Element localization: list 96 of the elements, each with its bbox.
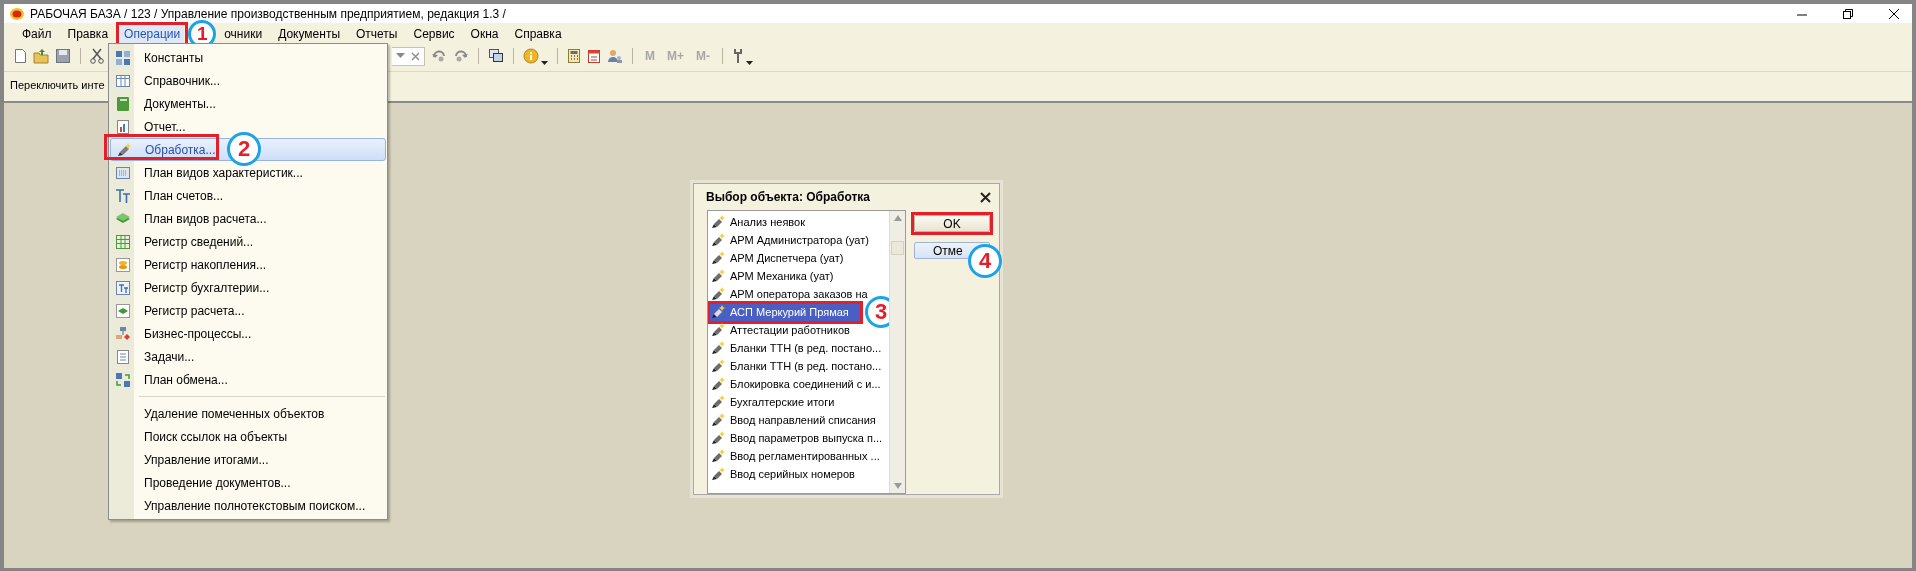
list-item[interactable]: Анализ неявок [710,213,834,231]
scissors-icon[interactable] [90,48,104,64]
dialog-button[interactable]: OK [914,215,990,232]
pencil-star-icon [710,250,726,266]
caret-icon[interactable] [541,61,548,65]
close-icon[interactable] [980,191,991,203]
menu-item[interactable]: Регистр сведений... [110,230,386,253]
menu-item[interactable]: Операции [120,24,185,44]
pencil-star-icon [710,412,726,428]
triangle-up-icon [893,215,902,221]
list-item[interactable]: АРМ Механика (уат) [710,267,838,285]
menu-item[interactable]: Управление полнотекстовым поиском... [110,494,386,517]
toolbar-button[interactable]: Переключить инте [10,79,105,91]
menu-item[interactable]: Бизнес-процессы... [110,322,386,345]
menu-item[interactable]: Константы [110,46,386,69]
combo-field[interactable] [392,46,425,66]
step-number: 4 [968,244,1002,278]
wrench-icon[interactable] [732,48,744,64]
menu-item[interactable]: Управление итогами... [110,448,386,471]
calendar-icon[interactable] [587,48,601,64]
list-item[interactable]: Ввод направлений списания [710,411,880,429]
pencil-star-icon [710,376,726,392]
window-title: РАБОЧАЯ БАЗА / 123 / Управление производственным предприятием, редакция 1.3 / [30,6,506,21]
menu-item[interactable]: Сервис [409,24,459,44]
menu-item[interactable]: Справка [510,24,566,44]
scrollbar[interactable] [889,211,905,493]
windows-icon[interactable] [488,48,504,64]
list-item[interactable]: Бланки ТТН (в ред. постано... [710,339,886,357]
menu-item[interactable]: Файл [18,24,56,44]
register-icon [114,302,131,319]
save-icon[interactable] [55,48,71,64]
menu-item[interactable]: Удаление помеченных объектов [110,402,386,425]
caret-icon[interactable] [746,61,753,65]
scroll-thumb[interactable] [891,241,904,255]
list-item[interactable]: Ввод серийных номеров [710,465,859,483]
menu-item[interactable]: Задачи... [110,345,386,368]
list-item[interactable]: Аттестации работников [710,321,854,339]
menu-item[interactable]: Документы [274,24,344,44]
menu-item[interactable]: Окна [466,24,503,44]
menu-item[interactable]: очники [220,24,267,44]
pencil-star-icon [710,358,726,374]
ledger-icon [114,279,131,296]
list-item[interactable]: Бухгалтерские итоги [710,393,839,411]
menu-item[interactable]: План счетов... [110,184,386,207]
pencil-star-icon [710,340,726,356]
pencil-star-icon [710,430,726,446]
step-number: 2 [227,132,261,166]
users-icon[interactable] [607,48,623,64]
list-item[interactable]: АРМ Администратора (уат) [710,231,873,249]
new-document-icon[interactable] [13,48,27,64]
checklist-icon [114,348,131,365]
menu-item[interactable]: Проведение документов... [110,471,386,494]
menu-item[interactable]: Правка [63,24,113,44]
menu-item[interactable]: Отчеты [352,24,402,44]
blocks-icon [114,49,131,66]
pencil-star-icon [710,214,726,230]
list-item[interactable]: Бланки ТТН (в ред. постано... [710,357,886,375]
pencil-star-icon [710,322,726,338]
book-icon [114,95,131,112]
restore-icon[interactable] [1842,7,1854,20]
calculator-icon[interactable] [567,48,581,64]
pencil-star-icon [710,394,726,410]
pencil-star-icon [710,286,726,302]
dialog-title: Выбор объекта: Обработка [706,190,870,204]
flowchart-icon [114,325,131,342]
menu-item[interactable]: Документы... [110,92,386,115]
coins-icon [114,256,131,273]
back-arrow-icon[interactable] [431,48,447,64]
exchange-icon [114,371,131,388]
clear-icon[interactable] [411,51,420,61]
list-item[interactable]: АРМ Диспетчера (уат) [710,249,848,267]
menu-item[interactable]: Регистр накопления... [110,253,386,276]
list-item[interactable]: Ввод параметров выпуска п... [710,429,887,447]
letters-icon [114,187,131,204]
pencil-star-icon [710,466,726,482]
menu-item[interactable]: План видов расчета... [110,207,386,230]
menu-item[interactable]: План обмена... [110,368,386,391]
list-item[interactable]: Ввод регламентированных ... [710,447,884,465]
forward-arrow-icon[interactable] [453,48,469,64]
pencil-star-icon [710,448,726,464]
list-item[interactable]: Блокировка соединений с и... [710,375,885,393]
folder-icon[interactable] [33,48,49,64]
grid-icon [114,164,131,181]
pencil-star-icon [710,232,726,248]
pencil-star-icon [710,304,726,320]
table-icon [114,72,131,89]
chart-icon [114,118,131,135]
menu-item[interactable]: Регистр бухгалтерии... [110,276,386,299]
menu-item[interactable]: Справочник... [110,69,386,92]
menu-item[interactable]: Регистр расчета... [110,299,386,322]
pencil-star-icon [710,268,726,284]
close-icon[interactable] [1888,7,1900,20]
menu-item[interactable]: Поиск ссылок на объекты [110,425,386,448]
triangle-down-icon [893,483,902,489]
app-logo-icon [10,7,24,20]
sheet-icon [114,233,131,250]
